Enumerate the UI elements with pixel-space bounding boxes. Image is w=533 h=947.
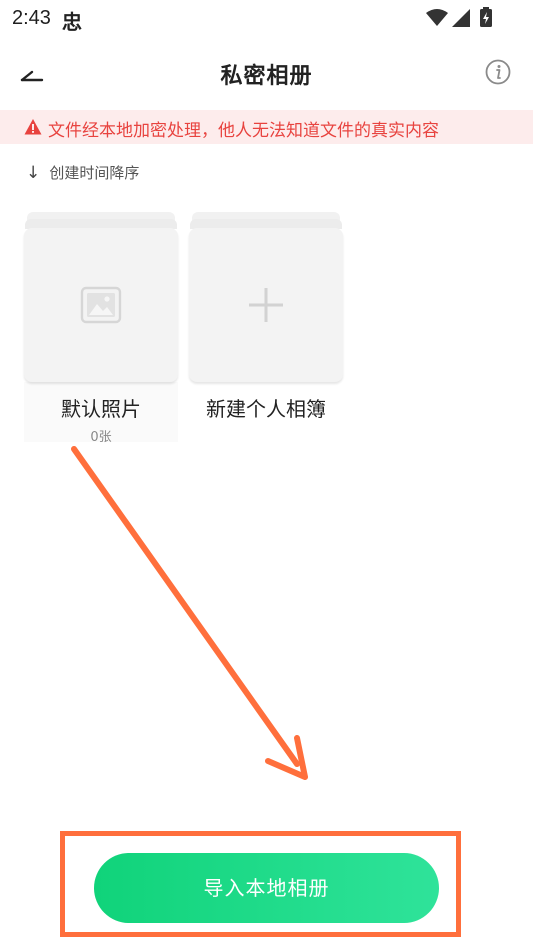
status-time: 2:43	[12, 7, 51, 29]
encryption-warning-banner: 文件经本地加密处理，他人无法知道文件的真实内容	[0, 110, 533, 144]
album-photo-count: 0张	[90, 430, 112, 445]
sort-label: 创建时间降序	[49, 164, 140, 182]
signal-icon	[452, 9, 470, 27]
album-cover	[189, 228, 343, 382]
app-notification-icon: 忠	[62, 10, 82, 34]
wifi-icon	[426, 9, 448, 26]
album-cover	[24, 228, 178, 382]
import-local-album-button[interactable]: 导入本地相册	[94, 853, 439, 923]
album-name: 默认照片	[61, 397, 141, 421]
album-name: 新建个人相簿	[206, 397, 326, 421]
warning-triangle-icon	[24, 119, 42, 135]
status-bar: 2:43 忠	[0, 0, 533, 38]
private-album-screen: 2:43 忠 私密相册 文件经本地加密处理，他人无法知道文件的真实内容 ↓ 创建…	[0, 0, 533, 947]
warning-text: 文件经本地加密处理，他人无法知道文件的真实内容	[48, 121, 439, 141]
create-album-card[interactable]: 新建个人相簿	[189, 210, 343, 442]
album-card-default-photos[interactable]: 默认照片 0张	[24, 210, 178, 445]
top-app-bar: 私密相册	[0, 44, 533, 104]
plus-icon	[249, 288, 283, 322]
page-title: 私密相册	[220, 64, 313, 89]
sort-down-arrow-icon: ↓	[26, 163, 41, 183]
image-placeholder-icon	[80, 286, 122, 324]
info-icon[interactable]	[484, 58, 512, 86]
battery-charging-icon	[480, 7, 492, 27]
sort-order-toggle[interactable]: ↓ 创建时间降序	[26, 162, 139, 186]
